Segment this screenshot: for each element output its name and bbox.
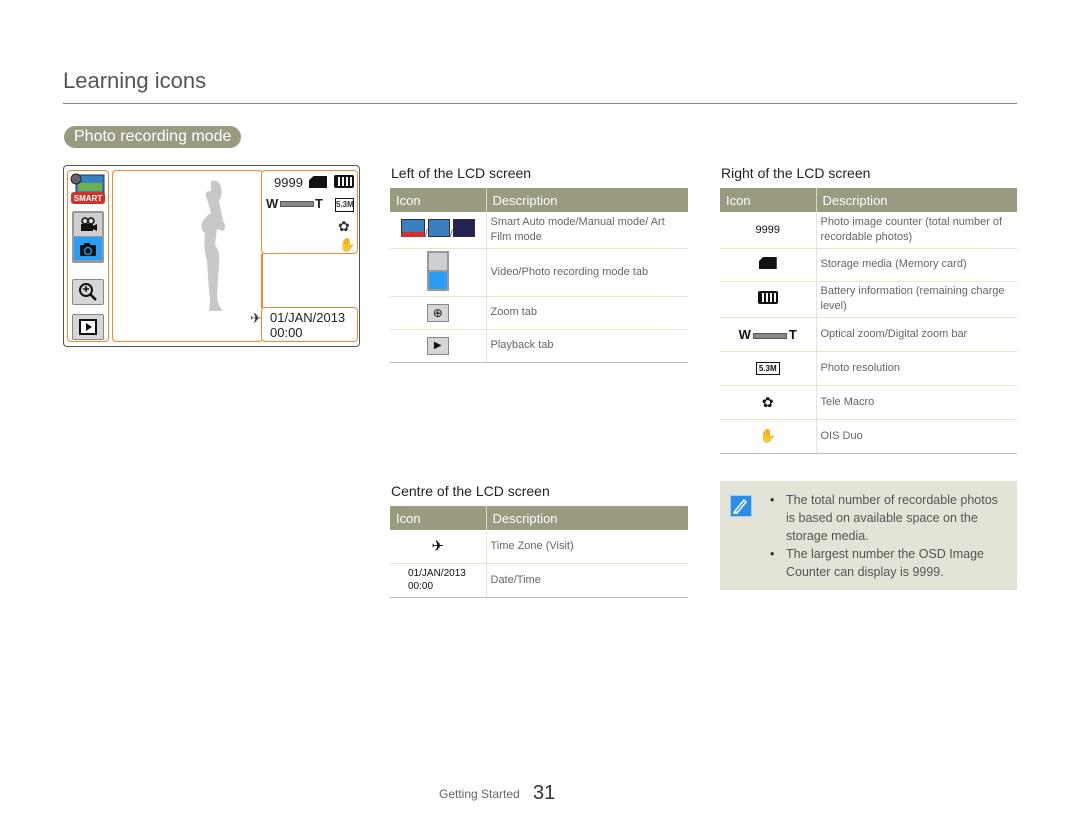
lcd-time: 00:00 (270, 325, 303, 340)
table-row: ✈ Time Zone (Visit) (390, 530, 688, 564)
zoom-bar-t: T (315, 196, 323, 211)
left-icon-table: Icon Description / / Smart Auto mode/Manu… (390, 188, 688, 363)
table-row: 01/JAN/2013 00:00 Date/Time (390, 563, 688, 598)
note-item: The total number of recordable photos is… (770, 491, 1010, 545)
description-cell: Optical zoom/Digital zoom bar (816, 317, 1017, 352)
ois-duo-icon: ✋ (339, 237, 356, 252)
description-cell: Video/Photo recording mode tab (486, 248, 688, 297)
memory-card-icon (309, 176, 327, 188)
zoom-tab-icon: ⊕ (390, 296, 487, 330)
description-cell: OIS Duo (816, 419, 1017, 454)
zoom-bar-w: W (266, 196, 279, 211)
playback-tab-icon: ▶ (390, 329, 487, 363)
photo-counter-icon: 9999 (720, 212, 817, 249)
lcd-center-panel (112, 170, 263, 342)
table-row: WT Optical zoom/Digital zoom bar (720, 317, 1017, 352)
playback-tab-icon (72, 314, 104, 340)
table-row: 9999 Photo image counter (total number o… (720, 212, 1017, 249)
photo-counter: 9999 (274, 175, 303, 190)
battery-icon (720, 281, 817, 318)
page-title: Learning icons (63, 68, 207, 93)
centre-table-title: Centre of the LCD screen (391, 483, 550, 499)
column-header-icon: Icon (390, 188, 487, 212)
note-item: The largest number the OSD Image Counter… (770, 545, 1010, 581)
table-header-row: Icon Description (720, 188, 1017, 212)
description-cell: Time Zone (Visit) (486, 530, 688, 564)
zoom-bar-icon: WT (720, 317, 817, 352)
table-row: ⊕ Zoom tab (390, 296, 688, 330)
tele-macro-icon: ✿ (720, 385, 817, 420)
description-cell: Storage media (Memory card) (816, 248, 1017, 282)
table-row: / / Smart Auto mode/Manual mode/ Art Film… (390, 212, 688, 249)
description-cell: Photo image counter (total number of rec… (816, 212, 1017, 249)
description-cell: Smart Auto mode/Manual mode/ Art Film mo… (486, 212, 688, 249)
table-header-row: Icon Description (390, 506, 688, 530)
smart-auto-manual-artfilm-icons: / / (390, 212, 487, 249)
table-row: Battery information (remaining charge le… (720, 281, 1017, 318)
description-cell: Playback tab (486, 329, 688, 363)
column-header-description: Description (816, 188, 1017, 212)
description-cell: Date/Time (486, 563, 688, 598)
photo-resolution-icon: 5.3M (335, 198, 354, 212)
date-time-icon: 01/JAN/2013 00:00 (390, 563, 487, 598)
lcd-right-panel: 9999 W T 5.3M ✿ ✋ (261, 170, 358, 254)
time-zone-visit-icon: ✈ (390, 530, 487, 564)
video-mode-icon (74, 213, 102, 236)
note-box: The total number of recordable photos is… (720, 481, 1017, 590)
lcd-date-panel: ✈ 01/JAN/2013 00:00 (250, 307, 358, 342)
right-icon-table: Icon Description 9999 Photo image counte… (720, 188, 1017, 454)
zoom-bar-icon (280, 201, 314, 207)
column-header-description: Description (486, 506, 688, 530)
smart-auto-icon: SMART (70, 173, 106, 205)
photo-mode-icon (74, 237, 102, 260)
table-header-row: Icon Description (390, 188, 688, 212)
zoom-tab-icon (72, 279, 104, 305)
ois-duo-icon: ✋ (720, 419, 817, 454)
table-row: Video/Photo recording mode tab (390, 248, 688, 297)
note-list: The total number of recordable photos is… (770, 491, 1010, 581)
footer-chapter-label: Getting Started (439, 787, 520, 801)
time-zone-visit-icon: ✈ (250, 310, 262, 326)
description-cell: Photo resolution (816, 351, 1017, 386)
lcd-frame-divider (261, 254, 263, 308)
page-number: 31 (533, 782, 556, 804)
column-header-description: Description (486, 188, 688, 212)
date-text: 01/JAN/2013 (408, 568, 466, 579)
column-header-icon: Icon (390, 506, 487, 530)
section-heading: Photo recording mode (64, 126, 242, 148)
video-photo-mode-tab (72, 211, 104, 263)
table-row: ✿ Tele Macro (720, 385, 1017, 420)
table-row: ✋ OIS Duo (720, 419, 1017, 454)
column-header-icon: Icon (720, 188, 817, 212)
time-text: 00:00 (408, 581, 434, 592)
photo-resolution-icon: 5.3M (720, 351, 817, 386)
lcd-left-panel: SMART (67, 170, 109, 342)
centre-icon-table: Icon Description ✈ Time Zone (Visit) 01/… (390, 506, 688, 598)
lcd-date: 01/JAN/2013 (270, 310, 346, 325)
lcd-screen-illustration: SMART 9999 W T 5.3M ✿ ✋ ✈ 01/JAN/2013 00… (63, 165, 360, 347)
description-cell: Zoom tab (486, 296, 688, 330)
table-row: ▶ Playback tab (390, 329, 688, 363)
memory-card-icon (720, 248, 817, 282)
parent-child-silhouette (201, 180, 225, 311)
table-row: 5.3M Photo resolution (720, 351, 1017, 386)
smart-label: SMART (74, 194, 103, 203)
video-photo-mode-tab-icon (390, 248, 487, 297)
right-table-title: Right of the LCD screen (721, 165, 871, 181)
left-table-title: Left of the LCD screen (391, 165, 532, 181)
note-pencil-icon (730, 495, 752, 517)
title-divider (63, 103, 1017, 104)
battery-icon (334, 175, 354, 188)
description-cell: Tele Macro (816, 385, 1017, 420)
description-cell: Battery information (remaining charge le… (816, 281, 1017, 318)
table-row: Storage media (Memory card) (720, 248, 1017, 282)
tele-macro-icon: ✿ (338, 218, 350, 234)
